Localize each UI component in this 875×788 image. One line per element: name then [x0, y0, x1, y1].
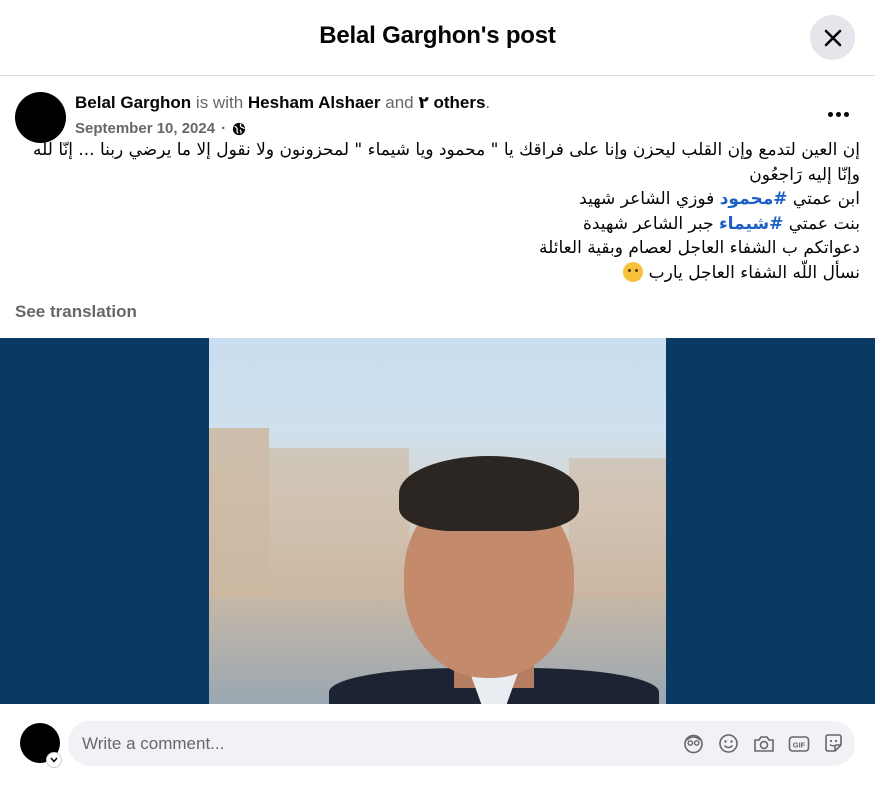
author-name[interactable]: Belal Garghon — [75, 93, 191, 112]
separator-dot: · — [221, 120, 227, 137]
comment-composer: GIF — [0, 704, 875, 788]
background-building — [269, 448, 409, 598]
comment-icons: GIF — [682, 732, 845, 755]
more-dot — [843, 111, 849, 117]
account-switch-badge[interactable] — [46, 752, 62, 768]
hashtag-link[interactable]: #محمود — [720, 189, 788, 209]
camera-icon[interactable] — [752, 732, 775, 755]
emoji-icon[interactable] — [717, 732, 740, 755]
background-building — [569, 458, 666, 598]
tagged-others-link[interactable]: ٢ others — [418, 93, 485, 112]
avatar-sticker-icon[interactable] — [682, 732, 705, 755]
sad-face-emoji-icon — [623, 261, 644, 282]
text-segment: ابن عمتي — [787, 189, 860, 209]
text-segment: فوزي الشاعر شهيد — [579, 189, 720, 209]
see-translation-link[interactable]: See translation — [15, 302, 137, 322]
post-header: Belal Garghon is with Hesham Alshaer and… — [0, 76, 875, 143]
post-media[interactable] — [0, 338, 875, 704]
post-text-line-3: بنت عمتي #شيماء جبر الشاعر شهيدة — [18, 212, 860, 237]
svg-text:GIF: GIF — [792, 740, 805, 749]
chevron-down-icon — [50, 757, 58, 763]
background-building — [209, 428, 269, 598]
more-options-button[interactable] — [820, 100, 856, 128]
comment-input[interactable] — [82, 721, 662, 766]
gif-icon[interactable]: GIF — [787, 732, 810, 755]
author-line: Belal Garghon is with Hesham Alshaer and… — [75, 93, 490, 113]
post-photo[interactable] — [209, 338, 666, 704]
comment-input-box[interactable]: GIF — [68, 721, 855, 766]
post-date[interactable]: September 10, 2024 — [75, 120, 215, 137]
dialog-title: Belal Garghon's post — [319, 22, 556, 49]
more-dot — [827, 111, 833, 117]
sticker-icon[interactable] — [822, 732, 845, 755]
with-text: is with — [195, 93, 244, 112]
dialog-header: Belal Garghon's post — [0, 0, 875, 76]
close-icon — [824, 29, 841, 46]
close-button[interactable] — [810, 15, 855, 60]
author-avatar[interactable] — [15, 92, 66, 143]
tagged-person[interactable]: Hesham Alshaer — [248, 93, 381, 112]
post-meta: September 10, 2024 · — [75, 120, 246, 137]
and-text: and — [385, 93, 414, 112]
more-dot — [835, 111, 841, 117]
post-text-line-2: ابن عمتي #محمود فوزي الشاعر شهيد — [18, 187, 860, 212]
post-text-line-5: نسأل اللّه الشفاء العاجل يارب — [18, 261, 860, 286]
period: . — [485, 93, 491, 112]
text-segment: بنت عمتي — [783, 213, 860, 234]
hashtag-link[interactable]: #شيماء — [719, 214, 783, 234]
post-body: إن العين لتدمع وإن القلب ليحزن وإنا على … — [18, 138, 860, 285]
globe-icon — [232, 122, 246, 135]
post-text-line-4: دعواتكم ب الشفاء العاجل لعصام وبقية العا… — [539, 238, 860, 258]
text-segment: جبر الشاعر شهيدة — [582, 213, 719, 234]
text-segment: نسأل اللّه الشفاء العاجل يارب — [643, 262, 860, 283]
post-text-line-1: إن العين لتدمع وإن القلب ليحزن وإنا على … — [33, 140, 860, 185]
hair — [399, 456, 579, 531]
